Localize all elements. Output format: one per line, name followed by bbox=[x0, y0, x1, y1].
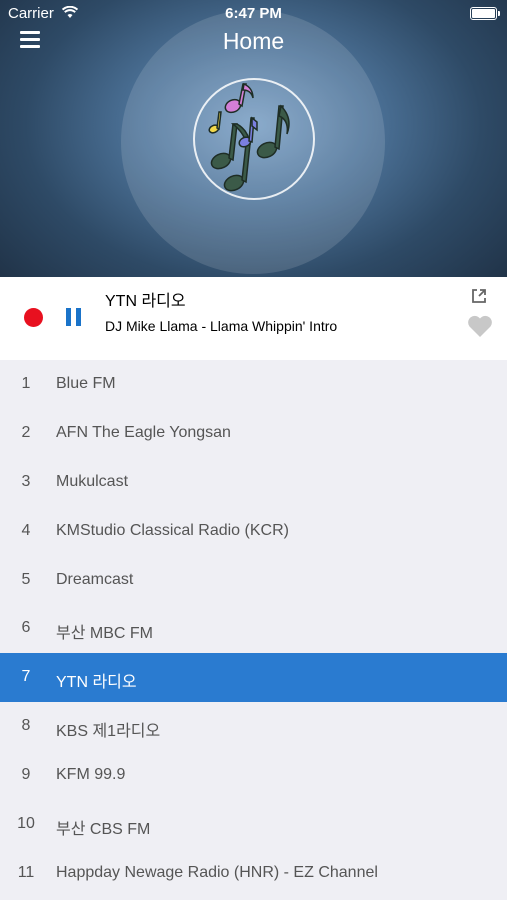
station-number: 6 bbox=[21, 619, 31, 637]
station-name: KBS 제1라디오 bbox=[56, 723, 161, 741]
station-row[interactable]: 4 KMStudio Classical Radio (KCR) bbox=[0, 507, 507, 556]
station-name: 부산 CBS FM bbox=[56, 821, 151, 839]
station-row[interactable]: 11 Happday Newage Radio (HNR) - EZ Channe… bbox=[0, 849, 507, 898]
heart-icon[interactable] bbox=[467, 314, 493, 338]
station-name: Blue FM bbox=[56, 375, 116, 392]
station-number: 5 bbox=[21, 570, 31, 588]
station-name: KFM 99.9 bbox=[56, 766, 126, 784]
station-name: 부산 MBC FM bbox=[56, 625, 153, 643]
record-button[interactable] bbox=[24, 308, 43, 327]
station-number: 2 bbox=[21, 423, 31, 441]
battery-icon bbox=[470, 7, 500, 20]
station-number: 9 bbox=[21, 766, 31, 784]
pause-button[interactable] bbox=[66, 308, 82, 326]
station-number: 11 bbox=[17, 863, 35, 881]
now-playing-bar: YTN 라디오 DJ Mike Llama - Llama Whippin' I… bbox=[0, 277, 507, 360]
status-time: 6:47 PM bbox=[225, 5, 282, 22]
station-row[interactable]: 8 KBS 제1라디오 bbox=[0, 702, 507, 751]
station-number: 3 bbox=[21, 472, 31, 490]
status-bar: Carrier 6:47 PM bbox=[0, 0, 507, 28]
station-name: KMStudio Classical Radio (KCR) bbox=[56, 521, 289, 539]
now-playing-track: DJ Mike Llama - Llama Whippin' Intro bbox=[105, 318, 338, 334]
station-name: AFN The Eagle Yongsan bbox=[56, 423, 231, 441]
station-row[interactable]: 9 KFM 99.9 bbox=[0, 751, 507, 800]
station-row[interactable]: 2 AFN The Eagle Yongsan bbox=[0, 409, 507, 458]
station-row[interactable]: 5 Dreamcast bbox=[0, 556, 507, 605]
station-number: 10 bbox=[17, 815, 35, 833]
station-name: Mukulcast bbox=[56, 472, 129, 490]
station-list: 1 Blue FM 2 AFN The Eagle Yongsan 3 Mukulcast… bbox=[0, 360, 507, 898]
station-row[interactable]: 7 YTN 라디오 bbox=[0, 653, 507, 703]
station-number: 4 bbox=[21, 521, 31, 539]
page-title: Home bbox=[222, 28, 285, 54]
music-notes-icon bbox=[208, 82, 290, 192]
station-row[interactable]: 10 부산 CBS FM bbox=[0, 800, 507, 849]
station-number: 1 bbox=[21, 375, 31, 392]
now-playing-station: YTN 라디오 bbox=[105, 293, 186, 310]
station-number: 7 bbox=[21, 668, 31, 686]
station-name: Dreamcast bbox=[56, 570, 134, 588]
station-number: 8 bbox=[21, 717, 31, 735]
station-row[interactable]: 1 Blue FM bbox=[0, 360, 507, 409]
share-icon[interactable] bbox=[470, 287, 488, 305]
station-row[interactable]: 3 Mukulcast bbox=[0, 458, 507, 507]
station-name: Happday Newage Radio (HNR) - EZ Channel bbox=[56, 863, 378, 881]
station-row[interactable]: 6 부산 MBC FM bbox=[0, 604, 507, 653]
station-name: YTN 라디오 bbox=[56, 674, 137, 692]
